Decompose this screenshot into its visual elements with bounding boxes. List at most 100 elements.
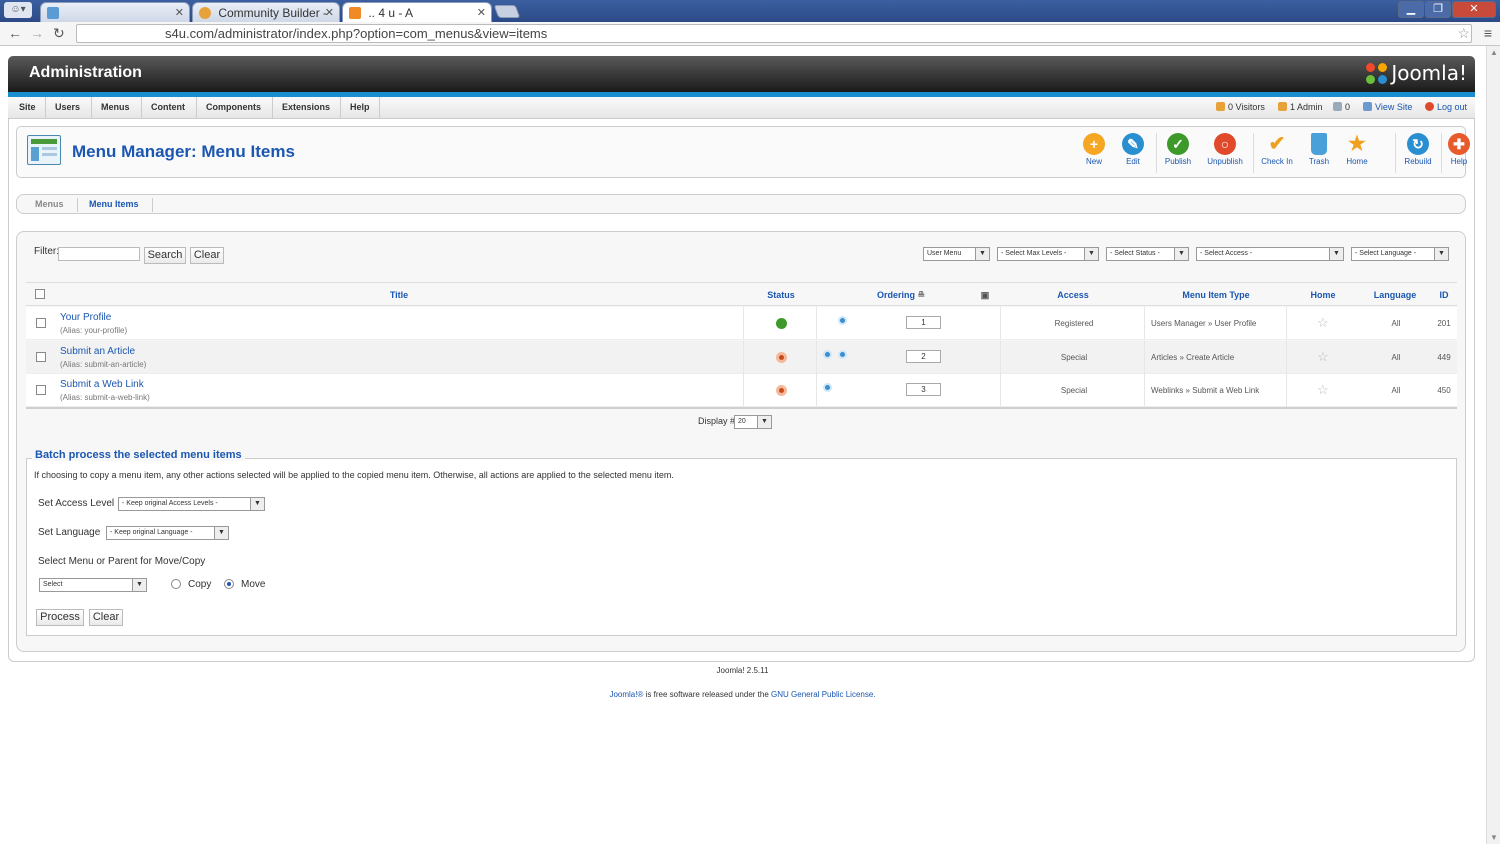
browser-menu-icon[interactable]: ≡ bbox=[1484, 25, 1492, 41]
view-site-text[interactable]: View Site bbox=[1375, 102, 1412, 112]
url-input[interactable]: s4u.com/administrator/index.php?option=c… bbox=[76, 24, 1472, 43]
menu-type-select[interactable]: User Menu ▼ bbox=[923, 247, 990, 261]
row-title-link[interactable]: Submit an Article bbox=[60, 346, 135, 357]
tab-close-icon[interactable]: ✕ bbox=[175, 6, 184, 19]
home-star-icon[interactable]: ☆ bbox=[1317, 315, 1329, 331]
menu-content[interactable]: Content bbox=[151, 102, 185, 112]
menu-extensions[interactable]: Extensions bbox=[282, 102, 330, 112]
header-language[interactable]: Language bbox=[1368, 290, 1422, 300]
filter-input[interactable] bbox=[58, 247, 140, 261]
order-down-icon[interactable] bbox=[838, 316, 847, 325]
row-checkbox[interactable] bbox=[36, 385, 46, 395]
order-input[interactable]: 2 bbox=[906, 350, 941, 363]
row-title-link[interactable]: Submit a Web Link bbox=[60, 379, 144, 390]
browser-tab-3[interactable]: .. 4 u - A ✕ bbox=[342, 2, 492, 22]
scroll-up-icon[interactable]: ▲ bbox=[1490, 48, 1498, 57]
menu-components[interactable]: Components bbox=[206, 102, 261, 112]
row-checkbox[interactable] bbox=[36, 352, 46, 362]
admin-title: Administration bbox=[29, 64, 142, 81]
search-button[interactable]: Search bbox=[144, 247, 186, 264]
order-input[interactable]: 3 bbox=[906, 383, 941, 396]
close-window-icon[interactable]: ✕ bbox=[1452, 1, 1496, 18]
batch-clear-button[interactable]: Clear bbox=[89, 609, 123, 626]
logout-link[interactable]: Log out bbox=[1425, 102, 1467, 112]
home-star-icon[interactable]: ☆ bbox=[1317, 349, 1329, 365]
row-title-link[interactable]: Your Profile bbox=[60, 312, 111, 323]
bookmark-star-icon[interactable]: ☆ bbox=[1457, 25, 1470, 42]
copy-radio[interactable] bbox=[171, 579, 181, 589]
messages-status[interactable]: 0 bbox=[1333, 102, 1350, 112]
row-menu-item-type: Articles » Create Article bbox=[1151, 353, 1235, 362]
header-status[interactable]: Status bbox=[750, 290, 812, 300]
display-count-select[interactable]: 20 ▼ bbox=[734, 415, 772, 429]
move-radio[interactable] bbox=[224, 579, 234, 589]
toolbar-trash-button[interactable]: Trash bbox=[1299, 133, 1339, 166]
new-tab-button[interactable] bbox=[493, 5, 521, 18]
batch-access-select[interactable]: - Keep original Access Levels - ▼ bbox=[118, 497, 265, 511]
access-select[interactable]: - Select Access - ▼ bbox=[1196, 247, 1344, 261]
menu-menus[interactable]: Menus bbox=[101, 102, 130, 112]
published-icon[interactable] bbox=[776, 318, 787, 329]
row-checkbox[interactable] bbox=[36, 318, 46, 328]
language-select[interactable]: - Select Language - ▼ bbox=[1351, 247, 1449, 261]
menu-help[interactable]: Help bbox=[350, 102, 370, 112]
batch-language-select[interactable]: - Keep original Language - ▼ bbox=[106, 526, 229, 540]
header-title[interactable]: Title bbox=[366, 290, 432, 300]
header-menu-item-type[interactable]: Menu Item Type bbox=[1166, 290, 1266, 300]
clear-filter-button[interactable]: Clear bbox=[190, 247, 224, 264]
toolbar-edit-button[interactable]: ✎ Edit bbox=[1113, 133, 1153, 166]
save-order-icon[interactable]: ▣ bbox=[978, 290, 992, 301]
tab-menu-items[interactable]: Menu Items bbox=[89, 199, 139, 209]
toolbar-unpublish-button[interactable]: ○ Unpublish bbox=[1203, 133, 1247, 166]
order-down-icon[interactable] bbox=[838, 350, 847, 359]
home-star-icon[interactable]: ☆ bbox=[1317, 382, 1329, 398]
forward-icon[interactable]: → bbox=[30, 25, 44, 41]
status-select[interactable]: - Select Status - ▼ bbox=[1106, 247, 1189, 261]
pagination-display: Display # bbox=[698, 416, 735, 426]
browser-tab-2[interactable]: Community Builder - ✕ bbox=[192, 2, 340, 22]
select-all-checkbox[interactable] bbox=[35, 289, 45, 299]
max-levels-select[interactable]: - Select Max Levels - ▼ bbox=[997, 247, 1099, 261]
header-access[interactable]: Access bbox=[1038, 290, 1108, 300]
toolbar-home-button[interactable]: ★ Home bbox=[1337, 133, 1377, 166]
select-value: Select bbox=[43, 581, 63, 588]
toolbar-rebuild-button[interactable]: ↻ Rebuild bbox=[1398, 133, 1438, 166]
toolbar-checkin-button[interactable]: ✔ Check In bbox=[1257, 133, 1297, 166]
order-input[interactable]: 1 bbox=[906, 316, 941, 329]
column-divider bbox=[1286, 374, 1287, 407]
tab-close-icon[interactable]: ✕ bbox=[325, 6, 334, 19]
browser-menu-icon[interactable]: ☺▾ bbox=[4, 2, 32, 18]
header-ordering-label: Ordering bbox=[876, 290, 915, 300]
process-button[interactable]: Process bbox=[36, 609, 84, 626]
reload-icon[interactable]: ↻ bbox=[53, 25, 65, 42]
back-icon[interactable]: ← bbox=[8, 25, 22, 41]
page-scrollbar[interactable]: ▲ ▼ bbox=[1486, 46, 1500, 844]
unpublished-icon[interactable] bbox=[776, 352, 787, 363]
gpl-link[interactable]: GNU General Public License. bbox=[771, 690, 876, 699]
tab-close-icon[interactable]: ✕ bbox=[477, 6, 486, 19]
menu-site[interactable]: Site bbox=[19, 102, 36, 112]
toolbar-help-button[interactable]: ✚ Help bbox=[1439, 133, 1479, 166]
header-id[interactable]: ID bbox=[1436, 290, 1452, 300]
scroll-down-icon[interactable]: ▼ bbox=[1490, 833, 1498, 842]
menu-users[interactable]: Users bbox=[55, 102, 80, 112]
maximize-icon[interactable]: ❐ bbox=[1425, 1, 1451, 18]
logout-text[interactable]: Log out bbox=[1437, 102, 1467, 112]
tab-menus[interactable]: Menus bbox=[35, 199, 64, 209]
view-site-link[interactable]: View Site bbox=[1363, 102, 1412, 112]
toolbar-new-button[interactable]: + New bbox=[1074, 133, 1114, 166]
toolbar-divider bbox=[1156, 133, 1157, 173]
batch-menu-select[interactable]: Select ▼ bbox=[39, 578, 147, 592]
browser-tab-1[interactable]: ✕ bbox=[40, 2, 190, 22]
order-up-icon[interactable] bbox=[823, 383, 832, 392]
joomla-link[interactable]: Joomla!® bbox=[609, 690, 643, 699]
menu-divider bbox=[141, 97, 142, 119]
header-home[interactable]: Home bbox=[1303, 290, 1343, 300]
toolbar-publish-button[interactable]: ✓ Publish bbox=[1158, 133, 1198, 166]
header-ordering[interactable]: Ordering ≞ bbox=[866, 290, 936, 301]
minimize-icon[interactable]: ▁ bbox=[1398, 1, 1424, 18]
unpublished-icon[interactable] bbox=[776, 385, 787, 396]
order-up-icon[interactable] bbox=[823, 350, 832, 359]
row-id: 449 bbox=[1437, 353, 1451, 362]
admins-status: 1 Admin bbox=[1278, 102, 1323, 112]
